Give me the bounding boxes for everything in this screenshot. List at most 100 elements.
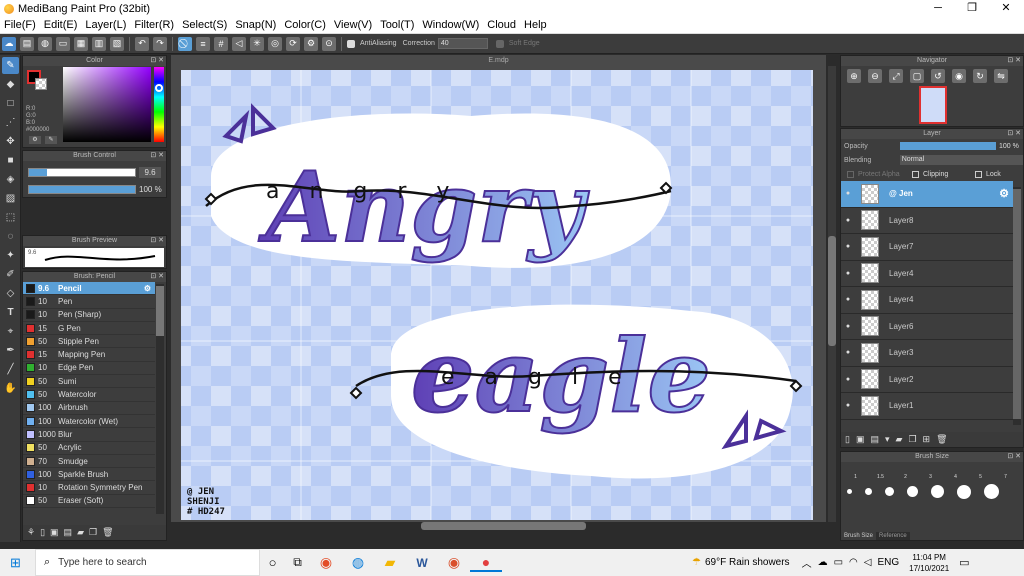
- snap-vanish-icon[interactable]: ◁: [232, 36, 246, 51]
- chrome-icon[interactable]: ◉: [310, 554, 342, 571]
- snap-cross-icon[interactable]: #: [214, 36, 228, 51]
- layer-row[interactable]: ● Layer4: [841, 261, 1013, 287]
- layer-visibility-eye-icon[interactable]: ●: [841, 217, 855, 224]
- layer-opacity-slider[interactable]: [900, 142, 996, 150]
- shape-tool-icon[interactable]: □: [2, 95, 19, 112]
- brush-duplicate-icon[interactable]: ❐: [89, 527, 97, 538]
- operation-tool-icon[interactable]: ⌖: [2, 323, 19, 340]
- reference-tab[interactable]: Reference: [876, 532, 910, 540]
- speech-icon[interactable]: ▭: [56, 36, 70, 51]
- brush-size-1-5[interactable]: 1.5: [869, 474, 892, 480]
- brush-list-item[interactable]: 100 Airbrush: [23, 402, 155, 415]
- soft-edge-checkbox[interactable]: [495, 39, 504, 48]
- background-color-swatch[interactable]: [35, 78, 47, 90]
- snap-gear-icon[interactable]: ⚙: [304, 36, 318, 51]
- layer-visibility-eye-icon[interactable]: ●: [841, 402, 855, 409]
- brush-list-item[interactable]: 100 Watercolor (Wet): [23, 415, 155, 429]
- layer-visibility-eye-icon[interactable]: ●: [841, 243, 855, 250]
- layer-row[interactable]: ● Layer2: [841, 367, 1013, 393]
- brush-size-1[interactable]: 1: [844, 474, 867, 480]
- rotate-reset-icon[interactable]: ◉: [952, 69, 966, 83]
- size-dot[interactable]: [957, 484, 971, 499]
- select-pen-icon[interactable]: ✐: [2, 266, 19, 283]
- brush-list-item[interactable]: 9.6 Pencil ⚙: [23, 282, 155, 296]
- grid-icon[interactable]: ▥: [92, 36, 106, 51]
- hue-handle[interactable]: [155, 84, 163, 92]
- lock-checkbox[interactable]: [975, 170, 982, 178]
- snap-radial-icon[interactable]: ✳: [250, 36, 264, 51]
- antialiasing-checkbox[interactable]: [347, 39, 355, 48]
- layer-row[interactable]: ● Layer8: [841, 208, 1013, 234]
- brush-list-item[interactable]: 1000 Blur: [23, 428, 155, 442]
- brush-new-icon[interactable]: ▣: [50, 527, 59, 538]
- clipping-checkbox[interactable]: [912, 170, 919, 178]
- ruler-icon[interactable]: ▧: [110, 36, 124, 51]
- brush-size-2[interactable]: 2: [894, 474, 917, 480]
- brush-folder-icon[interactable]: ▰: [77, 527, 84, 538]
- layer-row[interactable]: ● Layer7: [841, 234, 1013, 261]
- word-icon[interactable]: W: [406, 556, 438, 570]
- edge-icon[interactable]: ◍: [342, 554, 374, 571]
- medibang-taskbar-icon[interactable]: ●: [470, 554, 502, 572]
- gradient-tool-icon[interactable]: ▨: [2, 190, 19, 207]
- brush-size-tab[interactable]: Brush Size: [841, 532, 877, 540]
- brush-delete-icon[interactable]: 🗑: [102, 527, 113, 538]
- rotate-right-icon[interactable]: ↻: [973, 69, 987, 83]
- menu-filter[interactable]: Filter(R): [130, 19, 178, 31]
- clock[interactable]: 11:04 PM 17/10/2021: [909, 552, 949, 574]
- select-eraser-icon[interactable]: ◇: [2, 285, 19, 302]
- layer-row[interactable]: ● Layer6: [841, 314, 1013, 340]
- menu-tool[interactable]: Tool(T): [376, 19, 418, 31]
- snap-off-icon[interactable]: ⃠: [178, 36, 192, 51]
- size-dot[interactable]: [907, 486, 918, 497]
- brush-size-4[interactable]: 4: [944, 474, 967, 480]
- brush-list-item[interactable]: 15 Mapping Pen: [23, 348, 155, 362]
- text-tool-icon[interactable]: T: [2, 304, 19, 321]
- menu-snap[interactable]: Snap(N): [231, 19, 280, 31]
- layer-settings-gear-icon[interactable]: ⚙: [999, 187, 1009, 200]
- vertical-scrollbar-thumb[interactable]: [828, 236, 836, 346]
- panel-close-icon[interactable]: ⊡ ✕: [150, 56, 164, 66]
- task-view-icon[interactable]: ⧉: [285, 555, 310, 570]
- brush-list-item[interactable]: 10 Pen: [23, 295, 155, 309]
- layer-visibility-eye-icon[interactable]: ●: [841, 270, 855, 277]
- zoom-out-icon[interactable]: ⊖: [868, 69, 882, 83]
- minimize-button[interactable]: ─: [921, 0, 955, 17]
- new-layer-halftone-icon[interactable]: ▤: [870, 434, 879, 445]
- menu-window[interactable]: Window(W): [418, 19, 483, 31]
- comment-icon[interactable]: ◍: [38, 36, 52, 51]
- panel-close-icon[interactable]: ⊡ ✕: [1007, 129, 1021, 139]
- dot-tool-icon[interactable]: ⋰: [2, 114, 19, 131]
- correction-dropdown[interactable]: 40: [437, 38, 488, 49]
- new-file-icon[interactable]: ▤: [20, 36, 34, 51]
- brush-tool-icon[interactable]: ✎: [2, 57, 19, 74]
- brush-list-item[interactable]: 10 Rotation Symmetry Pen: [23, 481, 155, 495]
- fill-tool-icon[interactable]: ◈: [2, 171, 19, 188]
- redo-icon[interactable]: ↷: [153, 36, 167, 51]
- layer-row[interactable]: ● @ Jen ⚙: [841, 181, 1013, 208]
- layer-scrollbar[interactable]: [1013, 187, 1021, 425]
- brush-size-slider[interactable]: [28, 168, 136, 177]
- hand-tool-icon[interactable]: ✋: [2, 380, 19, 397]
- tray-cloud-icon[interactable]: ☁: [818, 557, 828, 568]
- size-dot[interactable]: [885, 487, 894, 496]
- layer-duplicate-icon[interactable]: ❐: [908, 434, 916, 445]
- new-layer-color-icon[interactable]: ▣: [856, 434, 865, 445]
- eyedropper-icon[interactable]: ✒: [2, 342, 19, 359]
- brush-list-item[interactable]: 10 Pen (Sharp): [23, 309, 155, 322]
- brush-list-item[interactable]: 50 Acrylic: [23, 442, 155, 455]
- size-dot[interactable]: [865, 488, 872, 495]
- menu-help[interactable]: Help: [520, 19, 551, 31]
- blending-dropdown[interactable]: Normal: [899, 155, 1023, 165]
- layer-visibility-eye-icon[interactable]: ●: [841, 376, 855, 383]
- canvas-viewport[interactable]: Angry eagle angry eagle @ JEN SHENJI # H…: [171, 66, 826, 530]
- eraser-tool-icon[interactable]: ◆: [2, 76, 19, 93]
- layer-merge-icon[interactable]: ⊞: [923, 434, 931, 445]
- panel-close-icon[interactable]: ⊡ ✕: [150, 236, 164, 246]
- size-dot[interactable]: [931, 485, 944, 498]
- layer-folder-icon[interactable]: ▰: [896, 434, 903, 445]
- layer-row[interactable]: ● Layer3: [841, 340, 1013, 367]
- brush-copy-icon[interactable]: ▤: [64, 527, 73, 538]
- protect-alpha-checkbox[interactable]: [847, 170, 854, 178]
- panel-close-icon[interactable]: ⊡ ✕: [1007, 452, 1021, 462]
